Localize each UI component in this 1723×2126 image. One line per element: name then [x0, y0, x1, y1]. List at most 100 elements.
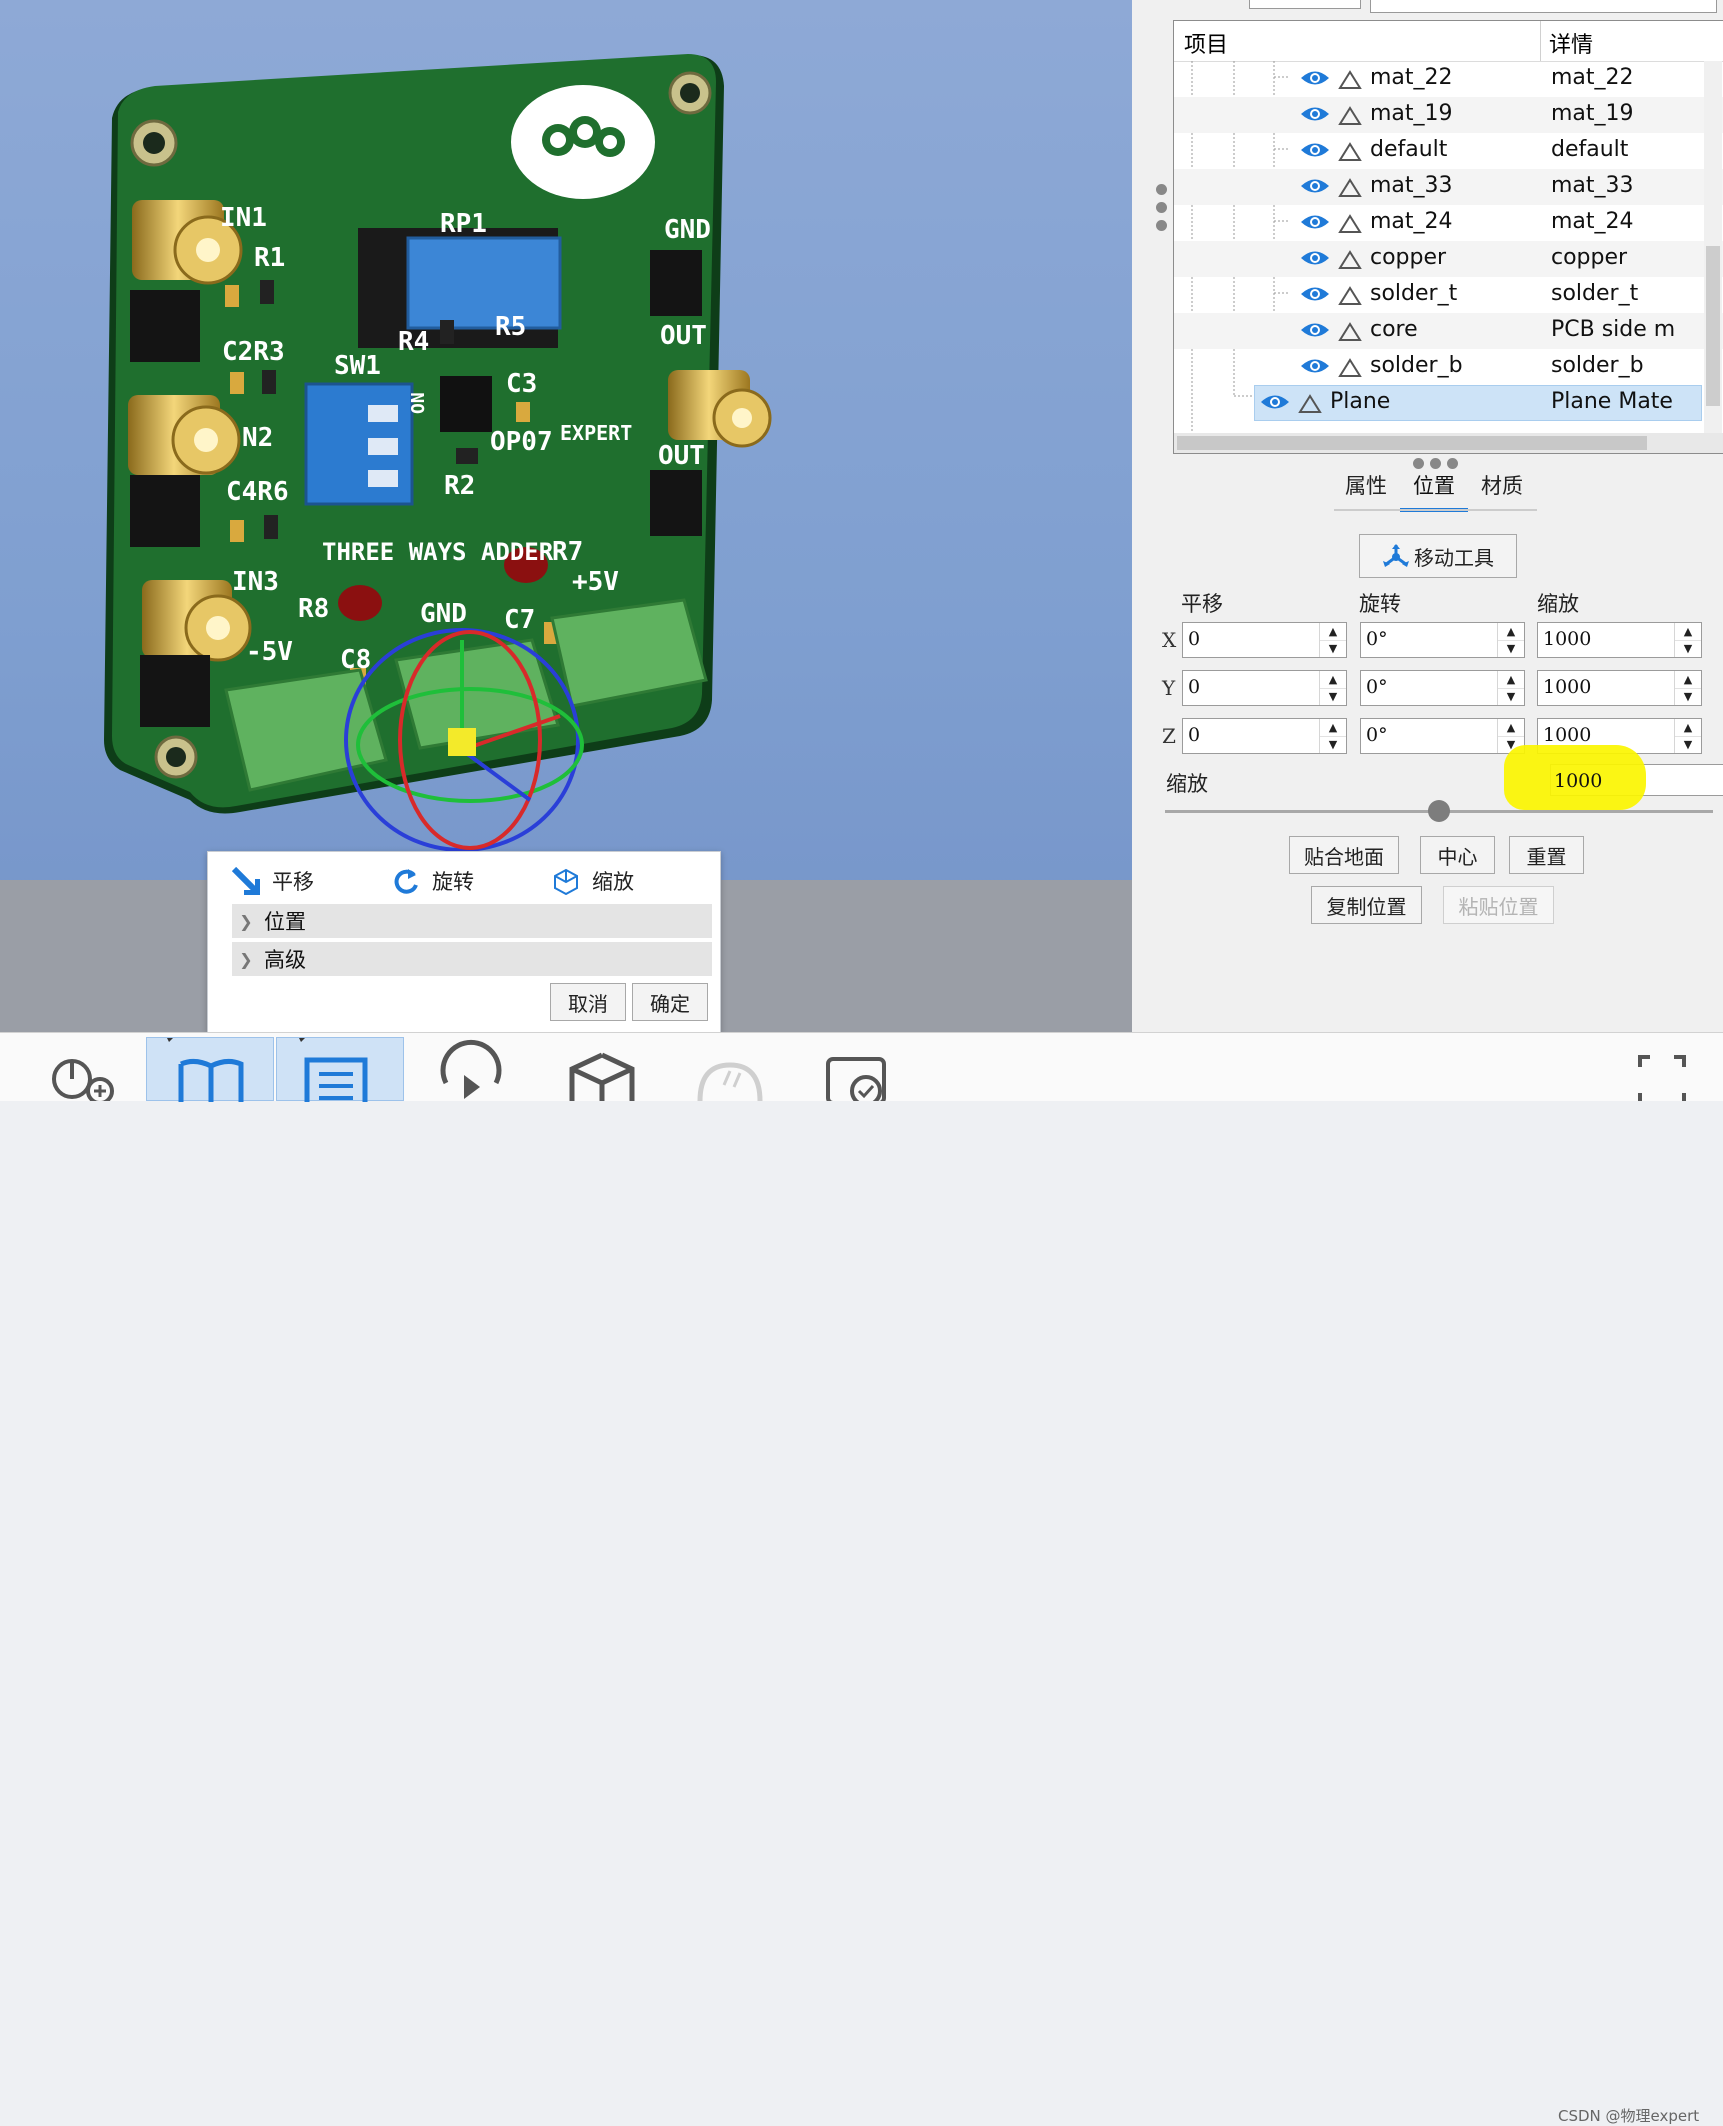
mesh-icon [1338, 322, 1362, 341]
tree-row-detail: mat_19 [1551, 101, 1634, 126]
col-header-detail[interactable]: 详情 [1549, 27, 1593, 59]
tree-row-detail: mat_33 [1551, 173, 1634, 198]
mode-translate-label: 平移 [272, 870, 314, 894]
tree-row[interactable]: mat_24 mat_24 [1174, 205, 1723, 241]
tree-row-name: mat_24 [1370, 209, 1453, 234]
eye-icon[interactable] [1300, 357, 1330, 375]
tab-properties[interactable]: 属性 [1332, 470, 1400, 512]
tree-row[interactable]: copper copper [1174, 241, 1723, 277]
add-camera-icon [52, 1059, 114, 1105]
toolbar-field[interactable] [1249, 0, 1361, 9]
rotate-x-spinbox[interactable]: 0° ▲ ▼ [1360, 622, 1525, 658]
axis-z-label: Z [1162, 724, 1176, 748]
snapshot-button[interactable] [794, 1037, 922, 1107]
paste-position-button[interactable]: 粘贴位置 [1443, 886, 1554, 924]
tree-row[interactable]: default default [1174, 133, 1723, 169]
label-r8: R8 [298, 594, 329, 624]
rotate-y-spinbox[interactable]: 0° ▲ ▼ [1360, 670, 1525, 706]
cancel-button[interactable]: 取消 [550, 983, 626, 1021]
copy-position-button[interactable]: 复制位置 [1311, 886, 1422, 924]
tree-row[interactable]: mat_33 mat_33 [1174, 169, 1723, 205]
splitter-handle[interactable] [1156, 184, 1167, 231]
tree-row-name: copper [1370, 245, 1447, 270]
translate-y-spinbox[interactable]: 0 ▲ ▼ [1182, 670, 1347, 706]
book-icon [167, 1038, 244, 1102]
tree-row-selected[interactable]: Plane Plane Mate [1174, 385, 1723, 421]
gizmo-center-handle[interactable] [448, 728, 476, 756]
tab-material[interactable]: 材质 [1468, 470, 1536, 512]
replay-icon [440, 1039, 502, 1099]
eye-icon[interactable] [1300, 249, 1330, 267]
move-tool-label: 移动工具 [1414, 545, 1494, 570]
tree-row[interactable]: mat_22 mat_22 [1174, 61, 1723, 97]
replay-button[interactable] [406, 1037, 534, 1101]
eye-icon[interactable] [1300, 285, 1330, 303]
mesh-icon [1338, 214, 1362, 233]
mesh-icon [1338, 70, 1362, 89]
tree-horizontal-scrollbar[interactable] [1174, 433, 1723, 453]
mesh-icon [1338, 358, 1362, 377]
section-advanced[interactable]: ❯ 高级 [232, 942, 712, 976]
tree-header: 项目 详情 [1174, 21, 1723, 62]
move-arrow-icon [232, 867, 260, 895]
tree-row[interactable]: solder_b solder_b [1174, 349, 1723, 385]
pcb-model[interactable]: IN1 R1 C2R3 RP1 R4 R5 SW1 C3 OP07 EXPERT… [0, 0, 1132, 880]
scale-y-spinbox[interactable]: 1000 ▲ ▼ [1537, 670, 1702, 706]
tree-row-detail: PCB side m [1551, 317, 1676, 342]
col-header-item[interactable]: 项目 [1184, 27, 1228, 59]
tree-row[interactable]: core PCB side m [1174, 313, 1723, 349]
col-translate: 平移 [1181, 592, 1223, 616]
tree-row-detail: mat_24 [1551, 209, 1634, 234]
mode-rotate[interactable]: 旋转 [392, 866, 552, 896]
eye-icon[interactable] [1260, 393, 1290, 411]
watermark: CSDN @物理expert [1558, 2107, 1700, 2125]
mode-translate[interactable]: 平移 [232, 866, 392, 896]
eye-icon[interactable] [1300, 321, 1330, 339]
box-button[interactable] [538, 1037, 666, 1105]
label-r5: R5 [495, 312, 526, 342]
mode-scale[interactable]: 缩放 [552, 866, 712, 896]
translate-z-spinbox[interactable]: 0 ▲ ▼ [1182, 718, 1347, 754]
eye-icon[interactable] [1300, 105, 1330, 123]
label-in1: IN1 [220, 203, 267, 233]
label-in2: N2 [242, 423, 273, 453]
tree-vertical-scrollbar[interactable] [1704, 61, 1722, 433]
add-camera-button[interactable] [14, 1037, 142, 1105]
tree-row[interactable]: solder_t solder_t [1174, 277, 1723, 313]
properties-panel: 项目 详情 mat_22 mat_22 mat_19 mat_19 defaul… [1132, 0, 1723, 1032]
ok-button[interactable]: 确定 [632, 983, 708, 1021]
label-c3: C3 [506, 369, 537, 399]
fullscreen-button[interactable] [1590, 1037, 1718, 1103]
list-button[interactable] [276, 1037, 404, 1109]
light-icon [697, 1062, 763, 1102]
scale-slider-handle[interactable] [1428, 800, 1450, 822]
label-c7: C7 [504, 605, 535, 635]
move-tool-button[interactable]: 移动工具 [1359, 534, 1517, 578]
eye-icon[interactable] [1300, 141, 1330, 159]
center-button[interactable]: 中心 [1420, 836, 1495, 874]
scale-x-spinbox[interactable]: 1000 ▲ ▼ [1537, 622, 1702, 658]
splitter-handle-horizontal[interactable] [1413, 458, 1458, 469]
eye-icon[interactable] [1300, 69, 1330, 87]
search-field[interactable] [1370, 0, 1717, 13]
tree-row[interactable]: mat_19 mat_19 [1174, 97, 1723, 133]
col-rotate: 旋转 [1359, 592, 1401, 616]
fit-ground-button[interactable]: 贴合地面 [1289, 836, 1399, 874]
section-position[interactable]: ❯ 位置 [232, 904, 712, 938]
light-button[interactable] [666, 1037, 794, 1102]
tree-row-detail: solder_t [1551, 281, 1639, 306]
transform-popup: 平移 旋转 缩放 ❯ 位置 ❯ 高级 取消 确定 [207, 851, 721, 1033]
translate-x-spinbox[interactable]: 0 ▲ ▼ [1182, 622, 1347, 658]
section-advanced-label: 高级 [264, 948, 306, 972]
tree-row-detail: copper [1551, 245, 1628, 270]
col-scale: 缩放 [1537, 592, 1579, 616]
rotate-z-spinbox[interactable]: 0° ▲ ▼ [1360, 718, 1525, 754]
tab-position[interactable]: 位置 [1400, 470, 1468, 512]
eye-icon[interactable] [1300, 213, 1330, 231]
label-sw1: SW1 [334, 351, 381, 381]
label-rp1: RP1 [440, 209, 487, 239]
bottom-toolbar: CSDN @物理expert [0, 1032, 1723, 2125]
eye-icon[interactable] [1300, 177, 1330, 195]
book-button[interactable] [146, 1037, 274, 1102]
reset-button[interactable]: 重置 [1509, 836, 1584, 874]
